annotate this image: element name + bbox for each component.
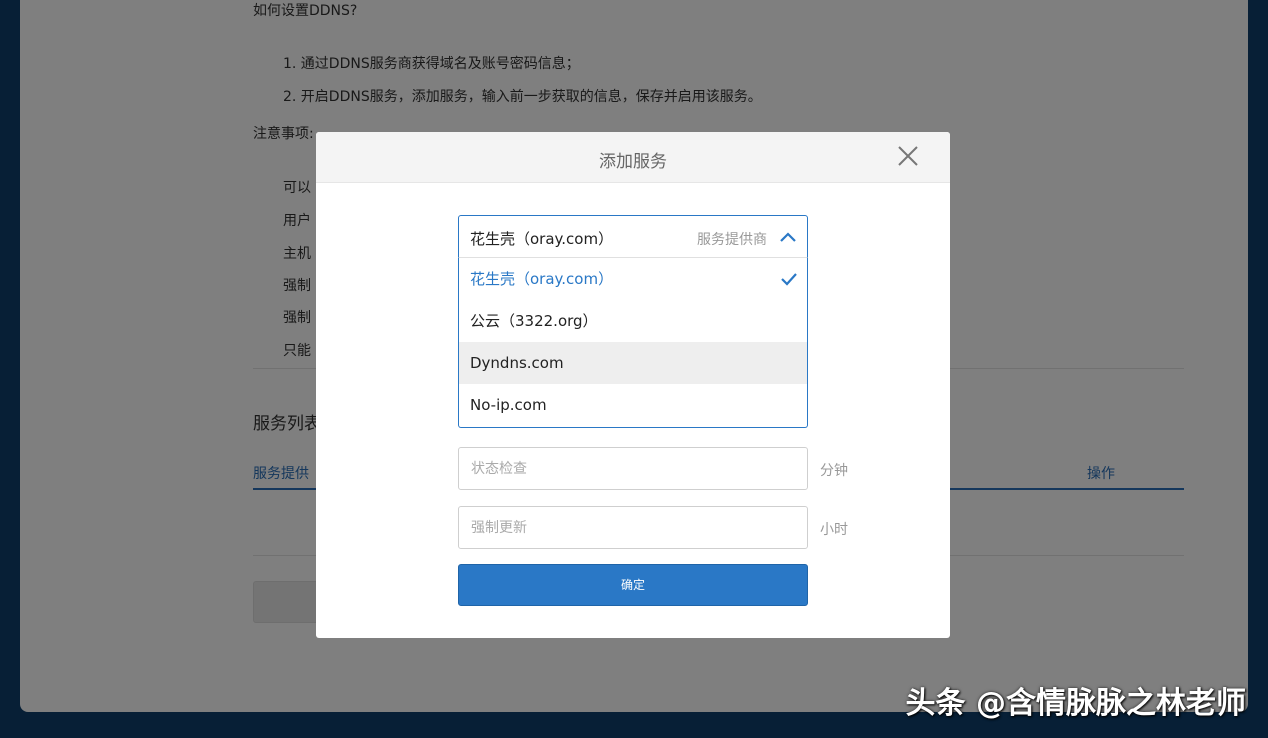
- provider-option-noip[interactable]: No-ip.com: [459, 384, 807, 426]
- check-icon: [781, 273, 797, 286]
- close-icon: [898, 146, 918, 166]
- status-check-input[interactable]: [458, 447, 808, 490]
- provider-option-oray[interactable]: 花生壳（oray.com）: [459, 258, 807, 300]
- force-update-input[interactable]: [458, 506, 808, 549]
- provider-select[interactable]: 花生壳（oray.com） 服务提供商: [458, 215, 808, 258]
- option-label: No-ip.com: [470, 396, 547, 414]
- provider-select-value: 花生壳（oray.com）: [470, 230, 614, 248]
- provider-option-3322[interactable]: 公云（3322.org）: [459, 300, 807, 342]
- option-label: 花生壳（oray.com）: [470, 270, 614, 288]
- confirm-button[interactable]: 确定: [458, 564, 808, 606]
- status-check-unit: 分钟: [820, 463, 848, 479]
- chevron-up-icon: [780, 232, 796, 242]
- option-label: Dyndns.com: [470, 354, 564, 372]
- force-update-unit: 小时: [820, 522, 848, 538]
- close-button[interactable]: [896, 144, 920, 168]
- dialog-header: 添加服务: [316, 132, 950, 183]
- option-label: 公云（3322.org）: [470, 312, 598, 330]
- dialog-title: 添加服务: [599, 152, 667, 172]
- provider-option-dyndns[interactable]: Dyndns.com: [459, 342, 807, 384]
- provider-dropdown: 花生壳（oray.com） 公云（3322.org） Dyndns.com No…: [458, 257, 808, 428]
- watermark: 头条 @含情脉脉之林老师: [905, 686, 1246, 721]
- add-service-dialog: 添加服务 花生壳（oray.com） 服务提供商 花生壳（oray.com） 公…: [316, 132, 950, 638]
- provider-select-label: 服务提供商: [697, 232, 767, 248]
